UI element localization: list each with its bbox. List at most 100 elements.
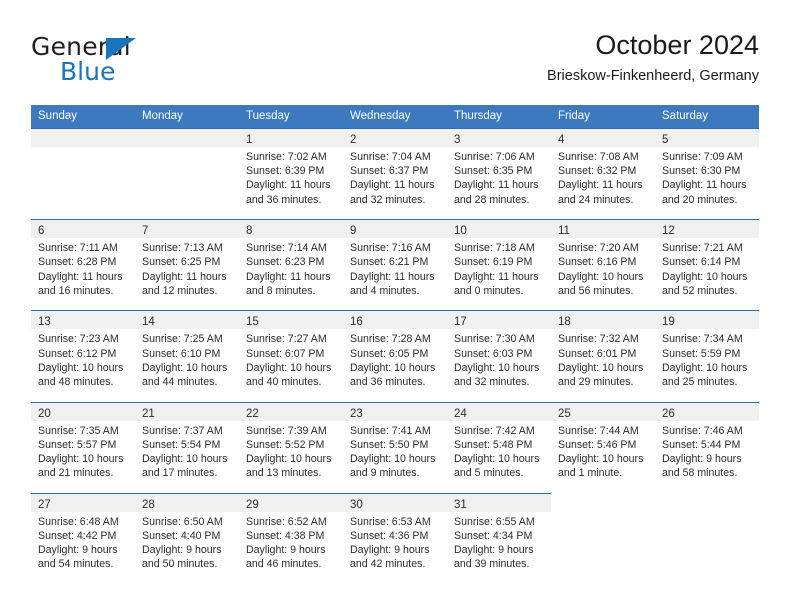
day-cell[interactable]: 24 Sunrise: 7:42 AM Sunset: 5:48 PM Dayligh… (447, 401, 551, 493)
day-sun-info: Sunrise: 7:02 AM Sunset: 6:39 PM Daylight:… (239, 147, 343, 207)
day-number: 19 (662, 316, 675, 329)
daylight-text-line2: and 17 minutes. (142, 467, 218, 480)
weekday-header-monday: Monday (142, 110, 183, 122)
sunset-text: Sunset: 6:23 PM (246, 256, 325, 269)
day-number: 14 (142, 316, 155, 329)
day-cell[interactable]: 27 Sunrise: 6:48 AM Sunset: 4:42 PM Dayligh… (31, 492, 135, 584)
day-cell[interactable]: 18 Sunrise: 7:32 AM Sunset: 6:01 PM Dayligh… (551, 310, 655, 402)
day-cell[interactable]: 5 Sunrise: 7:09 AM Sunset: 6:30 PM Daylight… (655, 128, 759, 220)
daylight-text-line1: Daylight: 11 hours (662, 179, 747, 192)
day-cell[interactable]: 7 Sunrise: 7:13 AM Sunset: 6:25 PM Daylight… (135, 219, 239, 311)
daylight-text-line1: Daylight: 10 hours (350, 452, 436, 465)
daylight-text-line1: Daylight: 11 hours (246, 179, 331, 192)
day-number-bar: 7 (135, 220, 239, 239)
day-cell[interactable]: 15 Sunrise: 7:27 AM Sunset: 6:07 PM Dayligh… (239, 310, 343, 402)
daylight-text-line1: Daylight: 11 hours (246, 270, 331, 283)
daylight-text-line2: and 52 minutes. (662, 284, 738, 297)
day-cell[interactable]: 17 Sunrise: 7:30 AM Sunset: 6:03 PM Dayligh… (447, 310, 551, 402)
day-sun-info: Sunrise: 7:04 AM Sunset: 6:37 PM Daylight:… (343, 147, 447, 207)
daylight-text-line1: Daylight: 10 hours (662, 270, 748, 283)
general-blue-logo[interactable]: General Blue (31, 32, 221, 94)
daylight-text-line2: and 56 minutes. (558, 284, 634, 297)
day-cell[interactable]: 4 Sunrise: 7:08 AM Sunset: 6:32 PM Daylight… (551, 128, 655, 220)
sunset-text: Sunset: 5:46 PM (558, 438, 637, 451)
day-sun-info: Sunrise: 7:08 AM Sunset: 6:32 PM Daylight:… (551, 147, 655, 207)
day-cell[interactable]: 22 Sunrise: 7:39 AM Sunset: 5:52 PM Dayligh… (239, 401, 343, 493)
daylight-text-line1: Daylight: 10 hours (246, 361, 332, 374)
sunset-text: Sunset: 6:25 PM (142, 256, 221, 269)
daylight-text-line2: and 32 minutes. (454, 375, 530, 388)
day-cell[interactable]: 2 Sunrise: 7:04 AM Sunset: 6:37 PM Daylight… (343, 128, 447, 220)
sunrise-text: Sunrise: 7:08 AM (558, 151, 639, 163)
day-number-bar: 14 (135, 311, 239, 330)
daylight-text-line2: and 50 minutes. (142, 558, 218, 571)
sunset-text: Sunset: 5:57 PM (38, 438, 117, 451)
day-cell[interactable]: 25 Sunrise: 7:44 AM Sunset: 5:46 PM Dayligh… (551, 401, 655, 493)
day-cell[interactable]: 19 Sunrise: 7:34 AM Sunset: 5:59 PM Dayligh… (655, 310, 759, 402)
day-cell[interactable]: 13 Sunrise: 7:23 AM Sunset: 6:12 PM Dayligh… (31, 310, 135, 402)
sunset-text: Sunset: 6:10 PM (142, 347, 221, 360)
sunset-text: Sunset: 4:34 PM (454, 529, 533, 542)
day-number-bar: 2 (343, 129, 447, 147)
day-number: 3 (454, 134, 461, 146)
day-cell[interactable]: 12 Sunrise: 7:21 AM Sunset: 6:14 PM Dayligh… (655, 219, 759, 311)
day-cell[interactable]: 30 Sunrise: 6:53 AM Sunset: 4:36 PM Dayligh… (343, 492, 447, 584)
day-cell[interactable]: 9 Sunrise: 7:16 AM Sunset: 6:21 PM Daylight… (343, 219, 447, 311)
daylight-text-line1: Daylight: 9 hours (246, 544, 326, 557)
day-cell[interactable]: 20 Sunrise: 7:35 AM Sunset: 5:57 PM Dayligh… (31, 401, 135, 493)
weekday-header-friday: Friday (558, 110, 590, 122)
day-cell[interactable]: 31 Sunrise: 6:55 AM Sunset: 4:34 PM Dayligh… (447, 492, 551, 584)
day-sun-info: Sunrise: 6:48 AM Sunset: 4:42 PM Daylight:… (31, 512, 135, 572)
day-sun-info: Sunrise: 7:20 AM Sunset: 6:16 PM Daylight:… (551, 238, 655, 298)
calendar-week-row: 20 Sunrise: 7:35 AM Sunset: 5:57 PM Dayligh… (31, 401, 759, 493)
sunset-text: Sunset: 6:16 PM (558, 256, 637, 269)
day-cell[interactable]: 28 Sunrise: 6:50 AM Sunset: 4:40 PM Dayligh… (135, 492, 239, 584)
day-cell[interactable]: 26 Sunrise: 7:46 AM Sunset: 5:44 PM Dayligh… (655, 401, 759, 493)
daylight-text-line2: and 1 minute. (558, 467, 623, 480)
day-cell[interactable]: 3 Sunrise: 7:06 AM Sunset: 6:35 PM Daylight… (447, 128, 551, 220)
day-sun-info: Sunrise: 7:44 AM Sunset: 5:46 PM Daylight:… (551, 421, 655, 481)
day-cell[interactable]: 10 Sunrise: 7:18 AM Sunset: 6:19 PM Dayligh… (447, 219, 551, 311)
day-number: 4 (558, 134, 565, 146)
day-number-bar: 30 (343, 493, 447, 512)
day-number-bar: 6 (31, 220, 135, 239)
sunrise-text: Sunrise: 7:13 AM (142, 242, 223, 255)
day-number: 31 (454, 498, 467, 511)
day-cell[interactable]: 29 Sunrise: 6:52 AM Sunset: 4:38 PM Dayligh… (239, 492, 343, 584)
daylight-text-line1: Daylight: 11 hours (454, 270, 539, 283)
sunset-text: Sunset: 5:59 PM (662, 347, 741, 360)
day-number: 7 (142, 225, 149, 238)
day-cell[interactable]: 1 Sunrise: 7:02 AM Sunset: 6:39 PM Daylight… (239, 128, 343, 220)
day-cell[interactable]: 14 Sunrise: 7:25 AM Sunset: 6:10 PM Dayligh… (135, 310, 239, 402)
sunrise-text: Sunrise: 7:30 AM (454, 333, 535, 346)
day-cell[interactable]: 23 Sunrise: 7:41 AM Sunset: 5:50 PM Dayligh… (343, 401, 447, 493)
day-cell[interactable]: 21 Sunrise: 7:37 AM Sunset: 5:54 PM Dayligh… (135, 401, 239, 493)
day-number-bar (135, 129, 239, 147)
daylight-text-line2: and 32 minutes. (350, 193, 426, 206)
day-number: 16 (350, 316, 363, 329)
day-cell[interactable]: 11 Sunrise: 7:20 AM Sunset: 6:16 PM Dayligh… (551, 219, 655, 311)
day-number-bar: 18 (551, 311, 655, 330)
sunrise-text: Sunrise: 7:23 AM (38, 333, 119, 346)
day-sun-info: Sunrise: 7:28 AM Sunset: 6:05 PM Daylight:… (343, 329, 447, 389)
sunset-text: Sunset: 4:38 PM (246, 529, 325, 542)
sunrise-text: Sunrise: 7:04 AM (350, 151, 431, 163)
day-number: 10 (454, 225, 467, 238)
day-sun-info: Sunrise: 7:11 AM Sunset: 6:28 PM Daylight:… (31, 238, 135, 298)
page-title: October 2024 (595, 30, 759, 60)
day-sun-info: Sunrise: 7:27 AM Sunset: 6:07 PM Daylight:… (239, 329, 343, 389)
sunrise-text: Sunrise: 7:34 AM (662, 333, 743, 346)
sunrise-text: Sunrise: 7:16 AM (350, 242, 431, 255)
daylight-text-line2: and 0 minutes. (454, 284, 524, 297)
daylight-text-line1: Daylight: 9 hours (38, 544, 118, 557)
daylight-text-line2: and 21 minutes. (38, 467, 114, 480)
day-number-bar: 19 (655, 311, 759, 330)
daylight-text-line1: Daylight: 11 hours (454, 179, 539, 192)
day-number-bar: 10 (447, 220, 551, 239)
day-cell[interactable]: 8 Sunrise: 7:14 AM Sunset: 6:23 PM Daylight… (239, 219, 343, 311)
weekday-header-thursday: Thursday (454, 110, 502, 122)
daylight-text-line1: Daylight: 9 hours (350, 544, 430, 557)
day-cell[interactable]: 16 Sunrise: 7:28 AM Sunset: 6:05 PM Dayligh… (343, 310, 447, 402)
day-number: 21 (142, 407, 155, 420)
day-cell[interactable]: 6 Sunrise: 7:11 AM Sunset: 6:28 PM Daylight… (31, 219, 135, 311)
